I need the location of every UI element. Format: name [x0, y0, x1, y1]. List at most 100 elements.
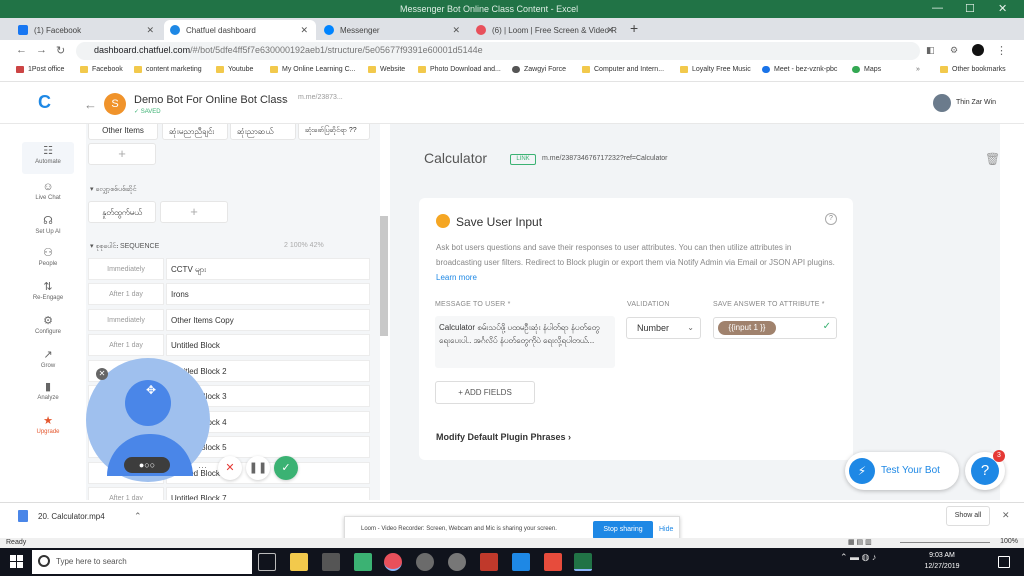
nav-people[interactable]: ⚇ People: [22, 248, 74, 268]
sequence-block[interactable]: Untitled Block 2: [166, 360, 370, 382]
tab-facebook[interactable]: (1) Facebook ✕: [12, 20, 162, 40]
bookmarks-overflow-icon[interactable]: »: [916, 66, 920, 73]
tab-chatfuel[interactable]: Chatfuel dashboard ✕: [164, 20, 316, 40]
bookmark-item[interactable]: Photo Download and...: [418, 66, 501, 73]
zoom-slider[interactable]: [900, 542, 990, 543]
add-block-button[interactable]: +: [160, 201, 228, 223]
bookmark-item[interactable]: Youtube: [216, 66, 253, 73]
file-explorer-icon[interactable]: [290, 553, 308, 571]
chevron-down-icon[interactable]: ⌄: [282, 95, 290, 106]
bookmark-item[interactable]: Meet - bez-vznk-pbc: [762, 66, 837, 73]
bookmark-item[interactable]: Loyalty Free Music: [680, 66, 751, 73]
block-item[interactable]: ဆုံးဖော်ပြဆိုင်ရာ ??: [298, 124, 370, 140]
close-icon[interactable]: ✕: [1002, 510, 1010, 521]
pause-recording-button[interactable]: ❚❚: [246, 456, 270, 480]
close-tab-icon[interactable]: ✕: [146, 25, 154, 36]
windows-start-icon[interactable]: [10, 555, 24, 569]
help-button[interactable]: ? 3: [965, 450, 1005, 490]
blocks-scrollbar[interactable]: [380, 216, 388, 336]
show-all-button[interactable]: Show all: [946, 506, 990, 526]
close-tab-icon[interactable]: ✕: [606, 25, 614, 36]
url-input[interactable]: dashboard.chatfuel.com/#/bot/5dfe4ff5f7e…: [76, 42, 920, 60]
zoom-level[interactable]: 100%: [1000, 538, 1018, 545]
nav-analyze[interactable]: ▮ Analyze: [22, 382, 74, 402]
test-bot-button[interactable]: ⚡ Test Your Bot: [845, 452, 959, 490]
close-tab-icon[interactable]: ✕: [300, 25, 308, 36]
modify-phrases-link[interactable]: Modify Default Plugin Phrases ›: [436, 432, 571, 442]
hide-button[interactable]: Hide: [659, 526, 673, 533]
close-icon[interactable]: ✕: [96, 368, 108, 380]
finish-recording-button[interactable]: ✓: [274, 456, 298, 480]
excel-icon[interactable]: [574, 553, 592, 571]
bookmark-item[interactable]: Website: [368, 66, 405, 73]
add-block-button[interactable]: +: [88, 143, 156, 165]
chevron-up-icon[interactable]: ⌃: [134, 511, 142, 522]
taskbar-clock[interactable]: 9:03 AM 12/27/2019: [920, 550, 964, 572]
profile-icon[interactable]: [972, 44, 984, 56]
app-icon[interactable]: [416, 553, 434, 571]
notification-icon[interactable]: [998, 556, 1010, 568]
block-item[interactable]: ဆုံးမညာညီချင်း: [162, 124, 228, 140]
back-icon[interactable]: ←: [16, 44, 27, 56]
app-icon[interactable]: [448, 553, 466, 571]
extension-icon[interactable]: ⚙: [950, 45, 958, 56]
bot-name[interactable]: Demo Bot For Online Bot Class: [134, 94, 287, 106]
menu-icon[interactable]: ⋮: [996, 44, 1007, 57]
user-name[interactable]: Thin Zar Win: [956, 99, 996, 106]
sequence-delay[interactable]: After 1 day: [88, 283, 164, 305]
extension-icon[interactable]: ◧: [926, 45, 935, 56]
trash-icon[interactable]: 🗑: [985, 152, 1000, 166]
sequence-delay[interactable]: Immediately: [88, 309, 164, 331]
view-icons[interactable]: ▦ ▤ ▥: [848, 538, 872, 546]
sequence-block[interactable]: CCTV များ: [166, 258, 370, 280]
store-icon[interactable]: [322, 553, 340, 571]
nav-configure[interactable]: ⚙ Configure: [22, 316, 74, 336]
app-icon[interactable]: [480, 553, 498, 571]
message-to-user-input[interactable]: Calculator စမ်းသပ်ဖို့ ပထမဦးဆုံး နံပါတ်ရ…: [435, 316, 615, 368]
system-tray[interactable]: ⌃ ▬ ◍ ♪: [840, 552, 876, 563]
nav-live-chat[interactable]: ☺ Live Chat: [22, 182, 74, 202]
sequence-block[interactable]: Other Items Copy: [166, 309, 370, 331]
nav-automate[interactable]: ☷ Automate: [22, 142, 74, 174]
sequence-block[interactable]: Irons: [166, 283, 370, 305]
bot-link[interactable]: m.me/23873...: [298, 94, 343, 101]
more-icon[interactable]: ···: [198, 462, 207, 472]
nav-re-engage[interactable]: ⇅ Re-Engage: [22, 282, 74, 302]
bookmark-item[interactable]: Computer and Intern...: [582, 66, 664, 73]
help-icon[interactable]: ?: [825, 213, 837, 225]
camera-size-toggle[interactable]: ●○○: [124, 457, 170, 473]
stop-sharing-button[interactable]: Stop sharing: [593, 521, 653, 539]
download-item[interactable]: 20. Calculator.mp4: [38, 512, 105, 521]
block-item[interactable]: နှုတ်ထွက်မယ်: [88, 201, 156, 223]
nav-set-up-ai[interactable]: ☊ Set Up AI: [22, 216, 74, 236]
task-view-icon[interactable]: [258, 553, 276, 571]
taskbar-search-input[interactable]: Type here to search: [32, 550, 252, 574]
reload-icon[interactable]: ↻: [56, 44, 65, 57]
app-icon[interactable]: [512, 553, 530, 571]
bookmark-item[interactable]: Other bookmarks: [940, 66, 1006, 73]
move-icon[interactable]: ✥: [146, 383, 156, 397]
app-icon[interactable]: [544, 553, 562, 571]
minimize-icon[interactable]: —: [932, 2, 943, 14]
chatfuel-logo[interactable]: C: [38, 92, 51, 113]
forward-icon[interactable]: →: [36, 44, 47, 56]
attribute-chip[interactable]: {{input 1 }}: [718, 321, 776, 335]
close-icon[interactable]: ✕: [998, 2, 1007, 15]
camtasia-icon[interactable]: [354, 553, 372, 571]
tab-loom[interactable]: (6) | Loom | Free Screen & Video R ✕: [470, 20, 622, 40]
bookmark-item[interactable]: content marketing: [134, 66, 202, 73]
block-link-url[interactable]: m.me/238734676717232?ref=Calculator: [542, 155, 668, 162]
chrome-icon[interactable]: [384, 553, 402, 571]
bookmark-item[interactable]: My Online Learning C...: [270, 66, 356, 73]
block-item[interactable]: ဆုံးညာဆယ်: [230, 124, 296, 140]
new-tab-icon[interactable]: +: [630, 20, 638, 36]
bookmark-item[interactable]: Facebook: [80, 66, 123, 73]
avatar[interactable]: [933, 94, 951, 112]
block-item[interactable]: Other Items: [88, 124, 158, 140]
sequence-block[interactable]: Untitled Block: [166, 334, 370, 356]
sequence-block[interactable]: Untitled Block 7: [166, 487, 370, 500]
close-tab-icon[interactable]: ✕: [452, 25, 460, 36]
cancel-recording-button[interactable]: ✕: [218, 456, 242, 480]
bookmark-item[interactable]: 1Post office: [16, 66, 64, 73]
attribute-input[interactable]: {{input 1 }} ✓: [713, 317, 837, 339]
